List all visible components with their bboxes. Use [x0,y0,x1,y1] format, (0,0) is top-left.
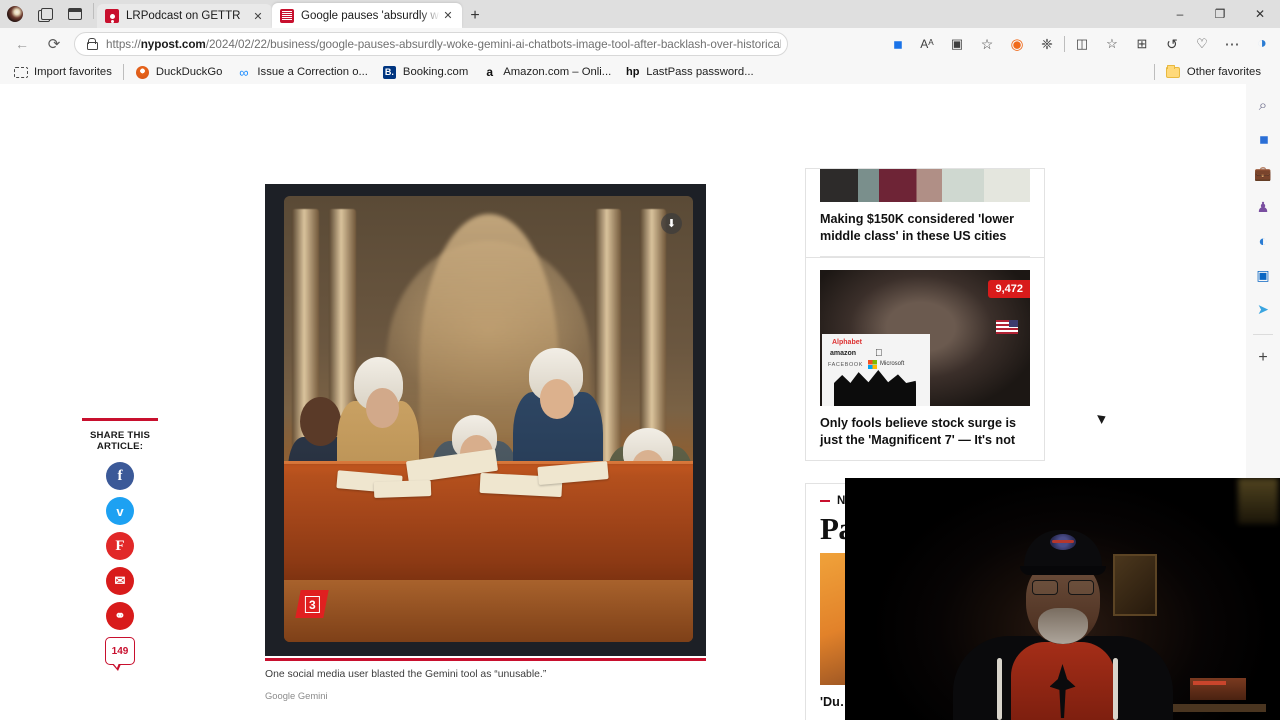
search-icon[interactable]: ⌕ [1249,90,1277,120]
bookmark-label: Booking.com [402,66,469,78]
tab-google-pauses[interactable]: Google pauses 'absurdly woke' G ✕ [272,3,462,28]
copilot-icon[interactable]: ◑ [1247,30,1277,58]
extension-puzzle-icon[interactable]: ❈ [1032,30,1062,58]
mozilla-icon: ∞ [239,64,249,80]
caption-divider [265,658,706,661]
story-headline: Only fools believe stock surge is just t… [820,416,1016,447]
new-tab-button[interactable]: + [462,4,488,28]
shopping-tag-icon[interactable]: ◆ [1242,118,1280,159]
address-bar-url: https://nypost.com/2024/02/22/business/g… [106,37,781,51]
brave-shield-icon[interactable]: ◉ [1002,30,1032,58]
image-credit: Google Gemini [265,690,328,701]
bookmarks-bar: Import favorites DuckDuckGo ∞ Issue a Co… [0,60,1280,84]
story-thumbnail [820,169,1030,202]
address-bar[interactable]: https://nypost.com/2024/02/22/business/g… [74,32,788,56]
bookmark-import-favorites[interactable]: Import favorites [6,62,119,82]
tab-divider [93,3,94,19]
folder-icon [1166,64,1181,80]
image-count-badge: 3 [295,590,329,618]
comment-count-bubble[interactable]: 149 [105,637,135,671]
tab-strip: LRPodcast on GETTR ✕ Google pauses 'absu… [0,0,1280,28]
add-favorite-star-icon[interactable]: ☆ [972,30,1002,58]
rail-divider [1253,334,1273,335]
tab-close-button[interactable]: ✕ [440,8,456,24]
split-screen-icon[interactable]: ◫ [1067,30,1097,58]
divider [820,256,1030,257]
tab-lrpodcast[interactable]: LRPodcast on GETTR ✕ [97,4,272,28]
bookmark-label: DuckDuckGo [155,66,223,78]
close-button[interactable]: ✕ [1240,0,1280,28]
tab-title: LRPodcast on GETTR [126,10,241,22]
share-rail: SHARE THIS ARTICLE: f ᴠ F ✉ ⚭ 149 [82,418,158,671]
outlook-icon[interactable]: ▣ [1249,260,1277,290]
bookmark-booking[interactable]: B. Booking.com [375,62,475,82]
share-heading: SHARE THIS ARTICLE: [89,430,151,452]
story-headline: Making $150K considered 'lower middle cl… [820,212,1015,243]
mouse-cursor [1097,411,1108,425]
bookmark-duckduckgo[interactable]: DuckDuckGo [128,62,230,82]
bookmark-issue-correction[interactable]: ∞ Issue a Correction o... [229,62,375,82]
settings-more-icon[interactable]: ⋯ [1217,30,1247,58]
gemini-generated-image: ⬇ 3 [284,196,693,642]
image-count: 3 [304,595,320,613]
bookmark-label: Amazon.com – Onli... [503,66,612,78]
read-aloud-icon[interactable]: Aᴬ [912,30,942,58]
sidebar-story-card-1[interactable]: Making $150K considered 'lower middle cl… [805,168,1045,258]
lock-icon [85,38,98,50]
telegram-icon[interactable]: ➤ [1249,294,1277,324]
article-hero-image: ⬇ 3 [265,184,706,656]
flipboard-share-button[interactable]: F [106,532,134,560]
download-icon[interactable]: ⬇ [661,213,682,234]
other-favorites-folder[interactable]: Other favorites [1159,62,1268,82]
lastpass-icon: hp [626,66,640,78]
copilot-icon[interactable]: ◐ [1249,226,1277,256]
navigation-bar: ← ⟳ https://nypost.com/2024/02/22/busine… [0,28,1280,60]
collections-icon[interactable]: ⊞ [1127,30,1157,58]
story-badge: 9,472 [988,280,1030,298]
browser-essentials-icon[interactable] [60,0,90,28]
bookmark-label: Issue a Correction o... [257,66,368,78]
tab-close-button[interactable]: ✕ [250,8,266,24]
image-caption: One social media user blasted the Gemini… [265,669,547,680]
browser-essentials-icon[interactable]: ♡ [1187,30,1217,58]
comment-count: 149 [111,645,129,657]
split-screen-icon[interactable] [30,0,60,28]
booking-icon: B. [382,65,396,79]
bookmark-lastpass[interactable]: hp LastPass password... [618,62,760,82]
favorites-list-icon[interactable]: ☆ [1097,30,1127,58]
webcam-overlay [845,478,1280,720]
refresh-button[interactable]: ⟳ [38,30,70,58]
copy-link-button[interactable]: ⚭ [106,602,134,630]
other-favorites-label: Other favorites [1186,66,1261,78]
window-controls: – ❐ ✕ [1160,0,1280,28]
games-icon[interactable]: ♟ [1249,192,1277,222]
history-icon[interactable]: ↺ [1157,30,1187,58]
bookmark-amazon[interactable]: a Amazon.com – Onli... [475,62,618,82]
email-share-button[interactable]: ✉ [106,567,134,595]
tab-title: Google pauses 'absurdly woke' G [301,9,440,22]
back-button[interactable]: ← [6,30,38,58]
bookmark-label: Import favorites [34,66,112,78]
edge-logo-icon[interactable] [0,0,30,28]
amazon-icon: a [486,65,494,79]
toolbar-icons: ◆ Aᴬ ▣ ☆ ◉ ❈ ◫ ☆ ⊞ ↺ ♡ ⋯ ◑ [882,28,1280,60]
maximize-button[interactable]: ❐ [1200,0,1240,28]
import-folder-icon [13,65,28,80]
share-divider [82,418,158,421]
tools-briefcase-icon[interactable]: 💼 [1249,158,1277,188]
sidebar-story-card-2[interactable]: Alphabet amazon  FACEBOOK Microsoft 9,4… [805,258,1045,461]
minimize-button[interactable]: – [1160,0,1200,28]
twitter-share-button[interactable]: ᴠ [106,497,134,525]
immersive-reader-icon[interactable]: ▣ [942,30,972,58]
bookmark-label: LastPass password... [646,66,754,78]
add-sidebar-app-icon[interactable]: + [1249,343,1277,373]
facebook-share-button[interactable]: f [106,462,134,490]
duckduckgo-icon [135,65,150,80]
nypost-icon [280,8,294,23]
gettr-icon [105,9,119,23]
browser-window: LRPodcast on GETTR ✕ Google pauses 'absu… [0,0,1280,720]
